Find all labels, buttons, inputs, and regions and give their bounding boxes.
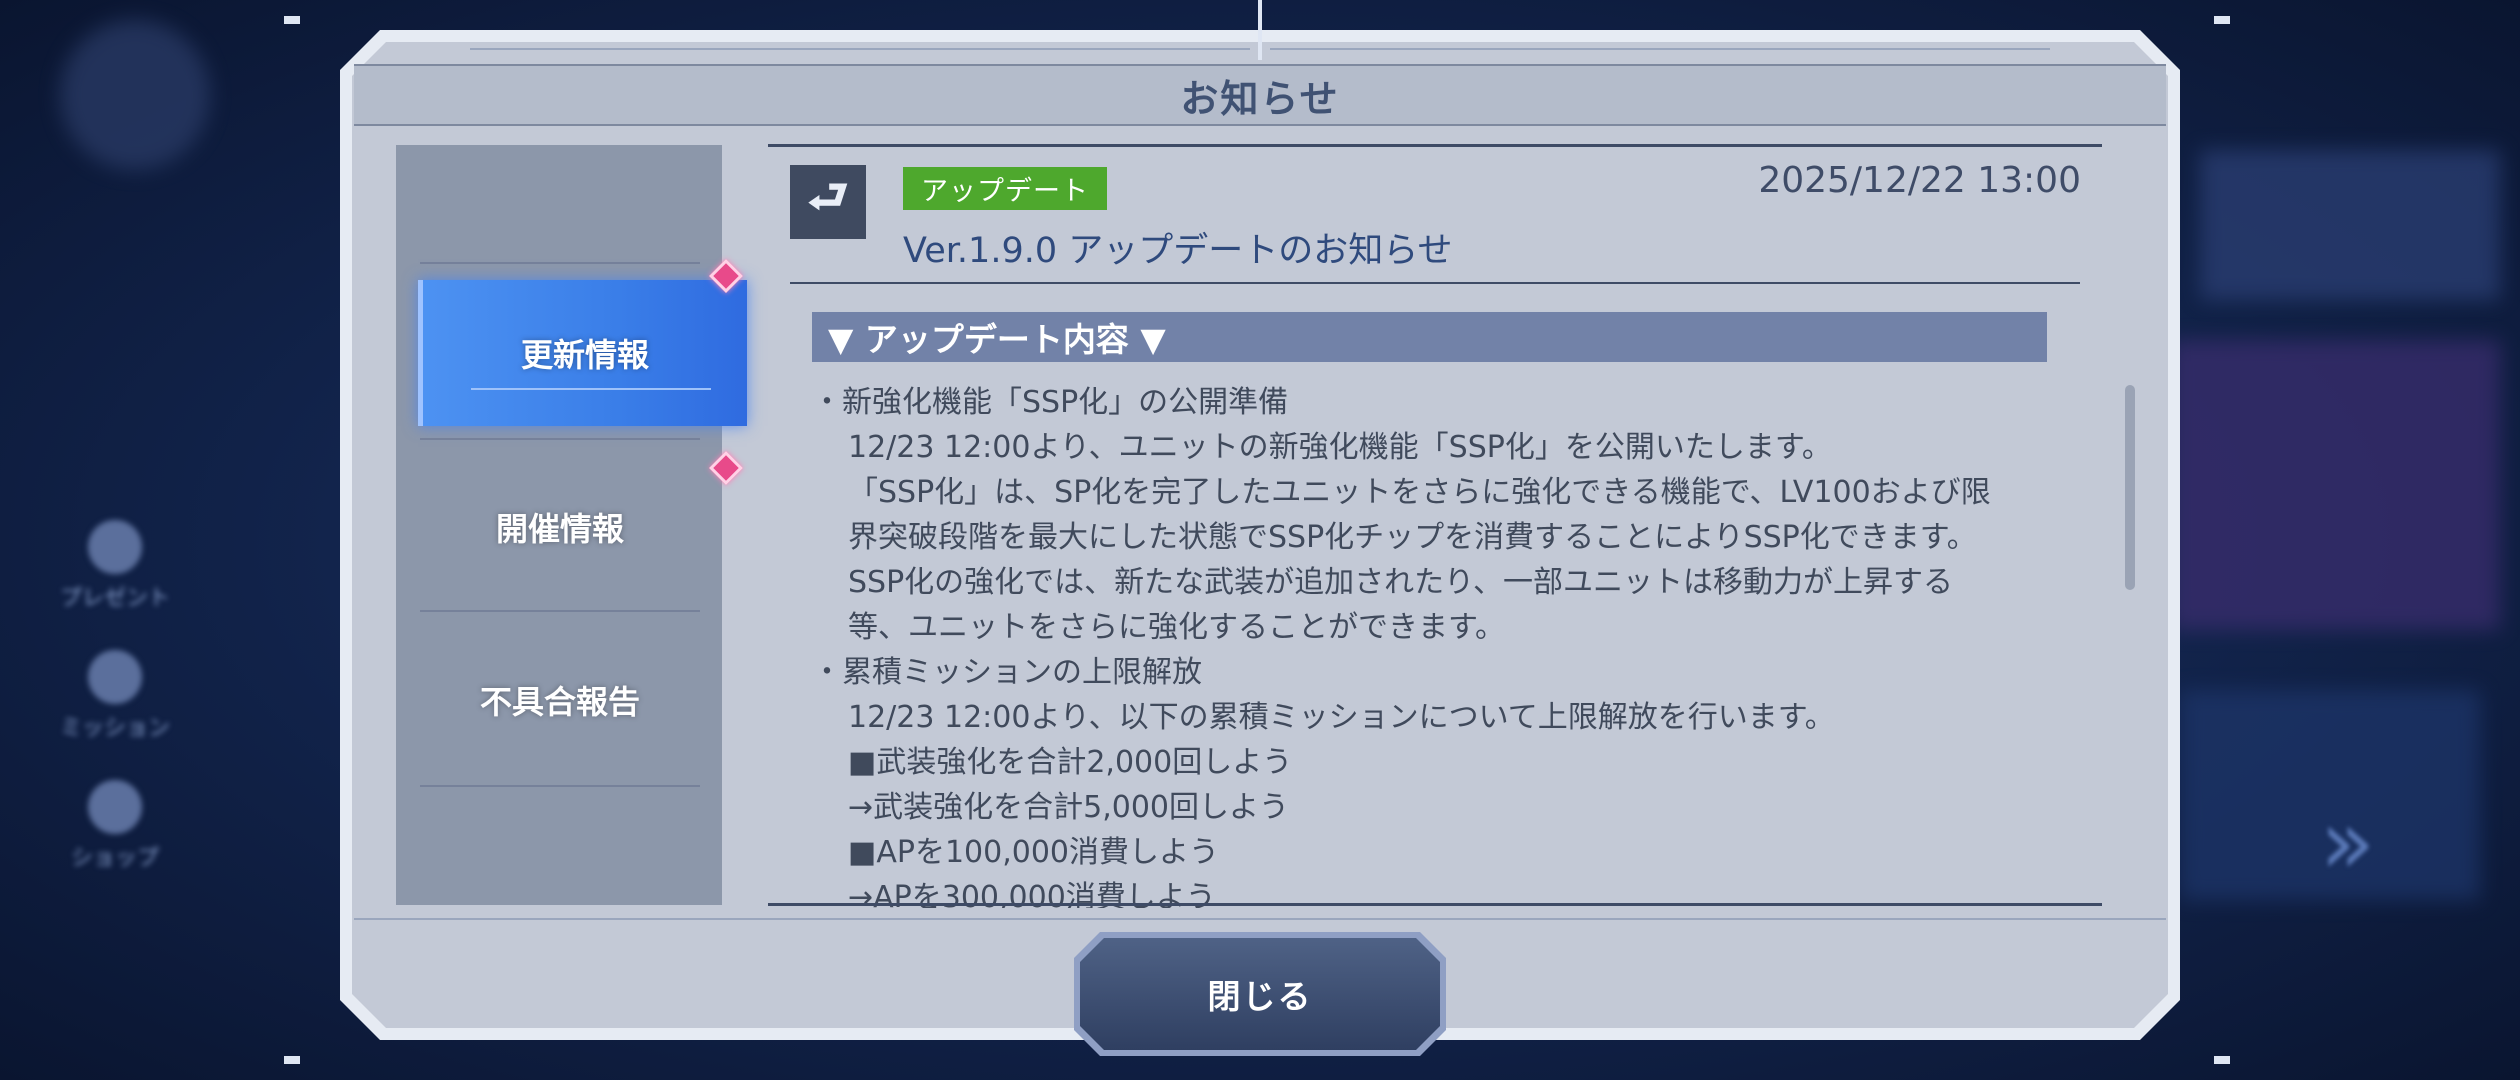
article-line: 等、ユニットをさらに強化することができます。: [848, 610, 1505, 645]
article-date: 2025/12/22 13:00: [1758, 160, 2081, 201]
article-top-rule: [768, 144, 2102, 147]
article-line: ・累積ミッションの上限解放: [812, 655, 1202, 690]
article-line: 12/23 12:00より、以下の累積ミッションについて上限解放を行います。: [848, 700, 1835, 735]
category-badge: アップデート: [903, 167, 1107, 210]
frame-decoration: [1270, 48, 2050, 50]
tab-label: 更新情報: [520, 336, 649, 374]
article-body[interactable]: ・新強化機能「SSP化」の公開準備 12/23 12:00より、ユニットの新強化機…: [812, 380, 2062, 908]
article-line: 12/23 12:00より、ユニットの新強化機能「SSP化」を公開いたします。: [848, 430, 1832, 465]
article-line: 「SSP化」は、SP化を完了したユニットをさらに強化できる機能で、LV100およ…: [848, 475, 1991, 510]
tab-divider: [420, 262, 700, 264]
frame-bracket: [284, 16, 300, 24]
tab-divider: [420, 438, 700, 440]
article-line: →武装強化を合計5,000回しよう: [848, 790, 1290, 825]
frame-bracket: [2214, 16, 2230, 24]
tab-update-info[interactable]: 更新情報: [418, 280, 747, 426]
check-icon: [88, 650, 142, 704]
frame-bracket: [284, 1056, 300, 1064]
background-nav-shop: ショップ: [50, 780, 180, 872]
article-line: ■武装強化を合計2,000回しよう: [848, 745, 1293, 780]
tab-divider: [420, 610, 700, 612]
tab-underline: [471, 388, 711, 390]
article-line: ■APを100,000消費しよう: [848, 835, 1220, 870]
background-nav-present: プレゼント: [50, 520, 180, 612]
background-nav: プレゼント ミッション ショップ: [50, 330, 180, 960]
article-header-rule: [790, 282, 2080, 284]
background-banner: [2200, 150, 2500, 300]
gift-icon: [88, 520, 142, 574]
close-button[interactable]: 閉じる: [1080, 938, 1440, 1050]
article-line: SSP化の強化では、新たな武装が追加されたり、一部ユニットは移動力が上昇する: [848, 565, 1953, 600]
tab-event-info[interactable]: 開催情報: [420, 472, 700, 582]
article-bottom-rule: [768, 903, 2102, 906]
background-forward-arrow-icon: »: [2320, 790, 2376, 895]
background-banner: [2170, 340, 2500, 630]
tab-label: 不具合報告: [479, 683, 640, 721]
article-headline: Ver.1.9.0 アップデートのお知らせ: [903, 231, 1453, 271]
tab-bug-report[interactable]: 不具合報告: [420, 645, 700, 755]
section-heading: ▼ アップデート内容 ▼: [812, 312, 2047, 362]
footer-divider: [354, 918, 2166, 920]
background-nav-mission: ミッション: [50, 650, 180, 742]
article-line: 界突破段階を最大にした状態でSSP化チップを消費することによりSSP化できます。: [848, 520, 1977, 555]
background-logo: [60, 20, 210, 170]
tab-label: 開催情報: [495, 510, 624, 548]
tab-divider: [420, 785, 700, 787]
frame-decoration: [470, 48, 1250, 50]
dialog-title: お知らせ: [354, 64, 2166, 126]
article-line: ・新強化機能「SSP化」の公開準備: [812, 385, 1289, 420]
frame-decoration: [1258, 0, 1262, 60]
return-arrow-icon: ⮐: [790, 165, 866, 239]
scrollbar-thumb[interactable]: [2125, 385, 2135, 590]
shop-icon: [88, 780, 142, 834]
frame-bracket: [2214, 1056, 2230, 1064]
